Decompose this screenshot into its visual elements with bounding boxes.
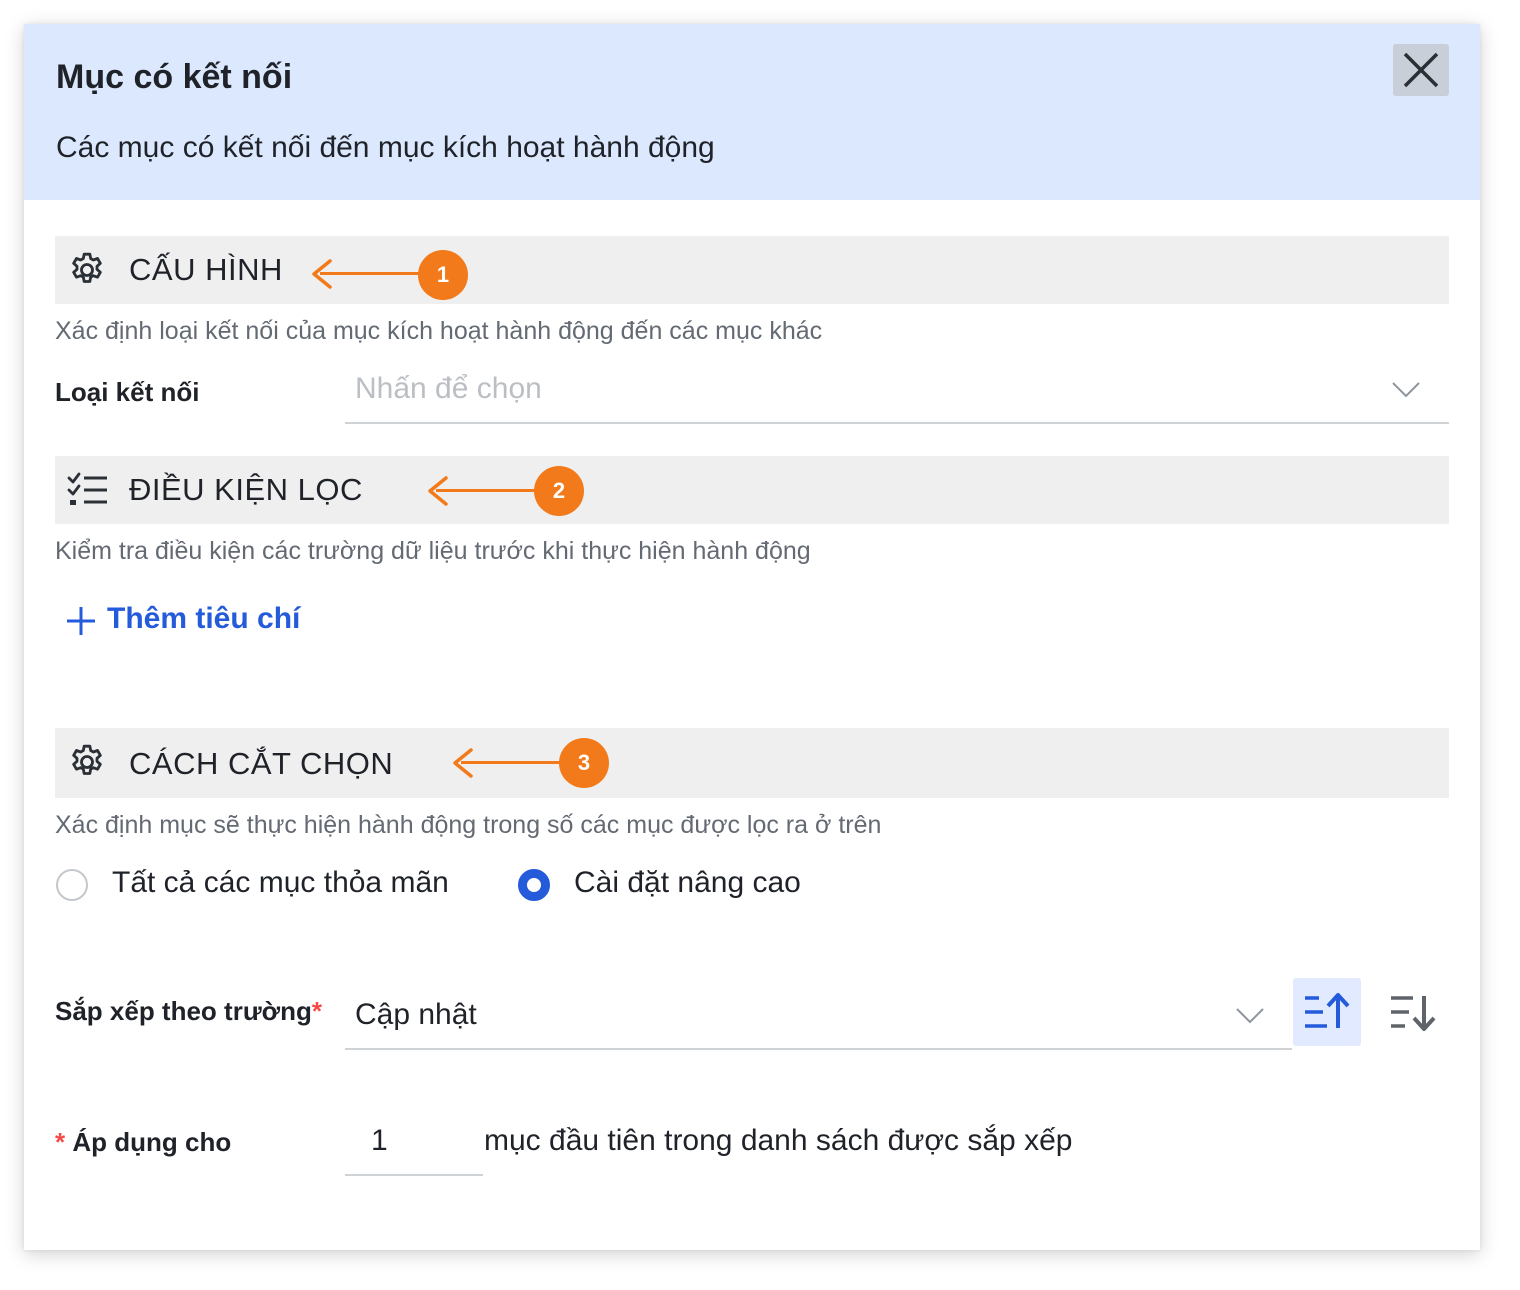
chevron-down-icon xyxy=(1236,1008,1264,1024)
dialog-header: Mục có kết nối Các mục có kết nối đến mụ… xyxy=(24,24,1480,200)
config-description: Xác định loại kết nối của mục kích hoạt … xyxy=(55,317,823,345)
chevron-down-icon xyxy=(1392,382,1420,398)
filter-description: Kiểm tra điều kiện các trường dữ liệu tr… xyxy=(55,537,811,565)
callout-badge-3: 3 xyxy=(559,738,609,788)
sort-field-select[interactable]: Cập nhật xyxy=(345,994,1292,1050)
required-mark: * xyxy=(55,1127,66,1157)
gear-icon xyxy=(72,744,102,775)
apply-to-label-text: Áp dụng cho xyxy=(72,1127,232,1157)
config-heading: CẤU HÌNH xyxy=(129,252,283,287)
sort-descending-icon xyxy=(1391,996,1436,1031)
filter-heading: ĐIỀU KIỆN LỌC xyxy=(129,472,363,507)
checklist-icon xyxy=(67,472,107,505)
sort-field-value: Cập nhật xyxy=(355,998,477,1031)
config-section-header: CẤU HÌNH xyxy=(55,236,1449,304)
selection-heading: CÁCH CẮT CHỌN xyxy=(129,746,394,781)
plus-icon xyxy=(67,607,95,635)
sort-field-label-text: Sắp xếp theo trường xyxy=(55,996,312,1026)
callout-badge-2: 2 xyxy=(534,466,584,516)
radio-all-matching-label: Tất cả các mục thỏa mãn xyxy=(112,866,449,899)
gear-icon xyxy=(72,252,102,283)
close-button[interactable] xyxy=(1393,44,1449,96)
dialog-subtitle: Các mục có kết nối đến mục kích hoạt hàn… xyxy=(56,131,715,164)
callout-badge-1: 1 xyxy=(418,250,468,300)
radio-checked xyxy=(518,869,550,901)
apply-count-input[interactable] xyxy=(345,1124,491,1158)
sort-descending-button[interactable] xyxy=(1379,978,1447,1046)
radio-advanced-settings-label: Cài đặt nâng cao xyxy=(574,866,801,899)
apply-count-field[interactable] xyxy=(345,1124,491,1176)
sort-ascending-button[interactable] xyxy=(1293,978,1361,1046)
apply-to-label: * Áp dụng cho xyxy=(55,1127,231,1158)
dialog-title: Mục có kết nối xyxy=(56,58,293,96)
connected-items-dialog: Mục có kết nối Các mục có kết nối đến mụ… xyxy=(24,24,1480,1250)
apply-suffix-text: mục đầu tiên trong danh sách được sắp xế… xyxy=(484,1124,1073,1157)
connection-type-select[interactable]: Nhấn để chọn xyxy=(345,368,1449,424)
filter-section-header: ĐIỀU KIỆN LỌC xyxy=(55,456,1449,524)
sort-field-label: Sắp xếp theo trường* xyxy=(55,996,322,1027)
connection-type-label: Loại kết nối xyxy=(55,377,200,407)
connection-type-placeholder: Nhấn để chọn xyxy=(355,372,542,405)
sort-ascending-icon xyxy=(1305,993,1350,1028)
close-icon xyxy=(1403,52,1439,88)
required-mark: * xyxy=(311,996,323,1026)
radio-unchecked xyxy=(56,869,88,901)
selection-description: Xác định mục sẽ thực hiện hành động tron… xyxy=(55,811,882,839)
add-criteria-label: Thêm tiêu chí xyxy=(107,602,301,635)
selection-section-header: CÁCH CẮT CHỌN xyxy=(55,728,1449,798)
